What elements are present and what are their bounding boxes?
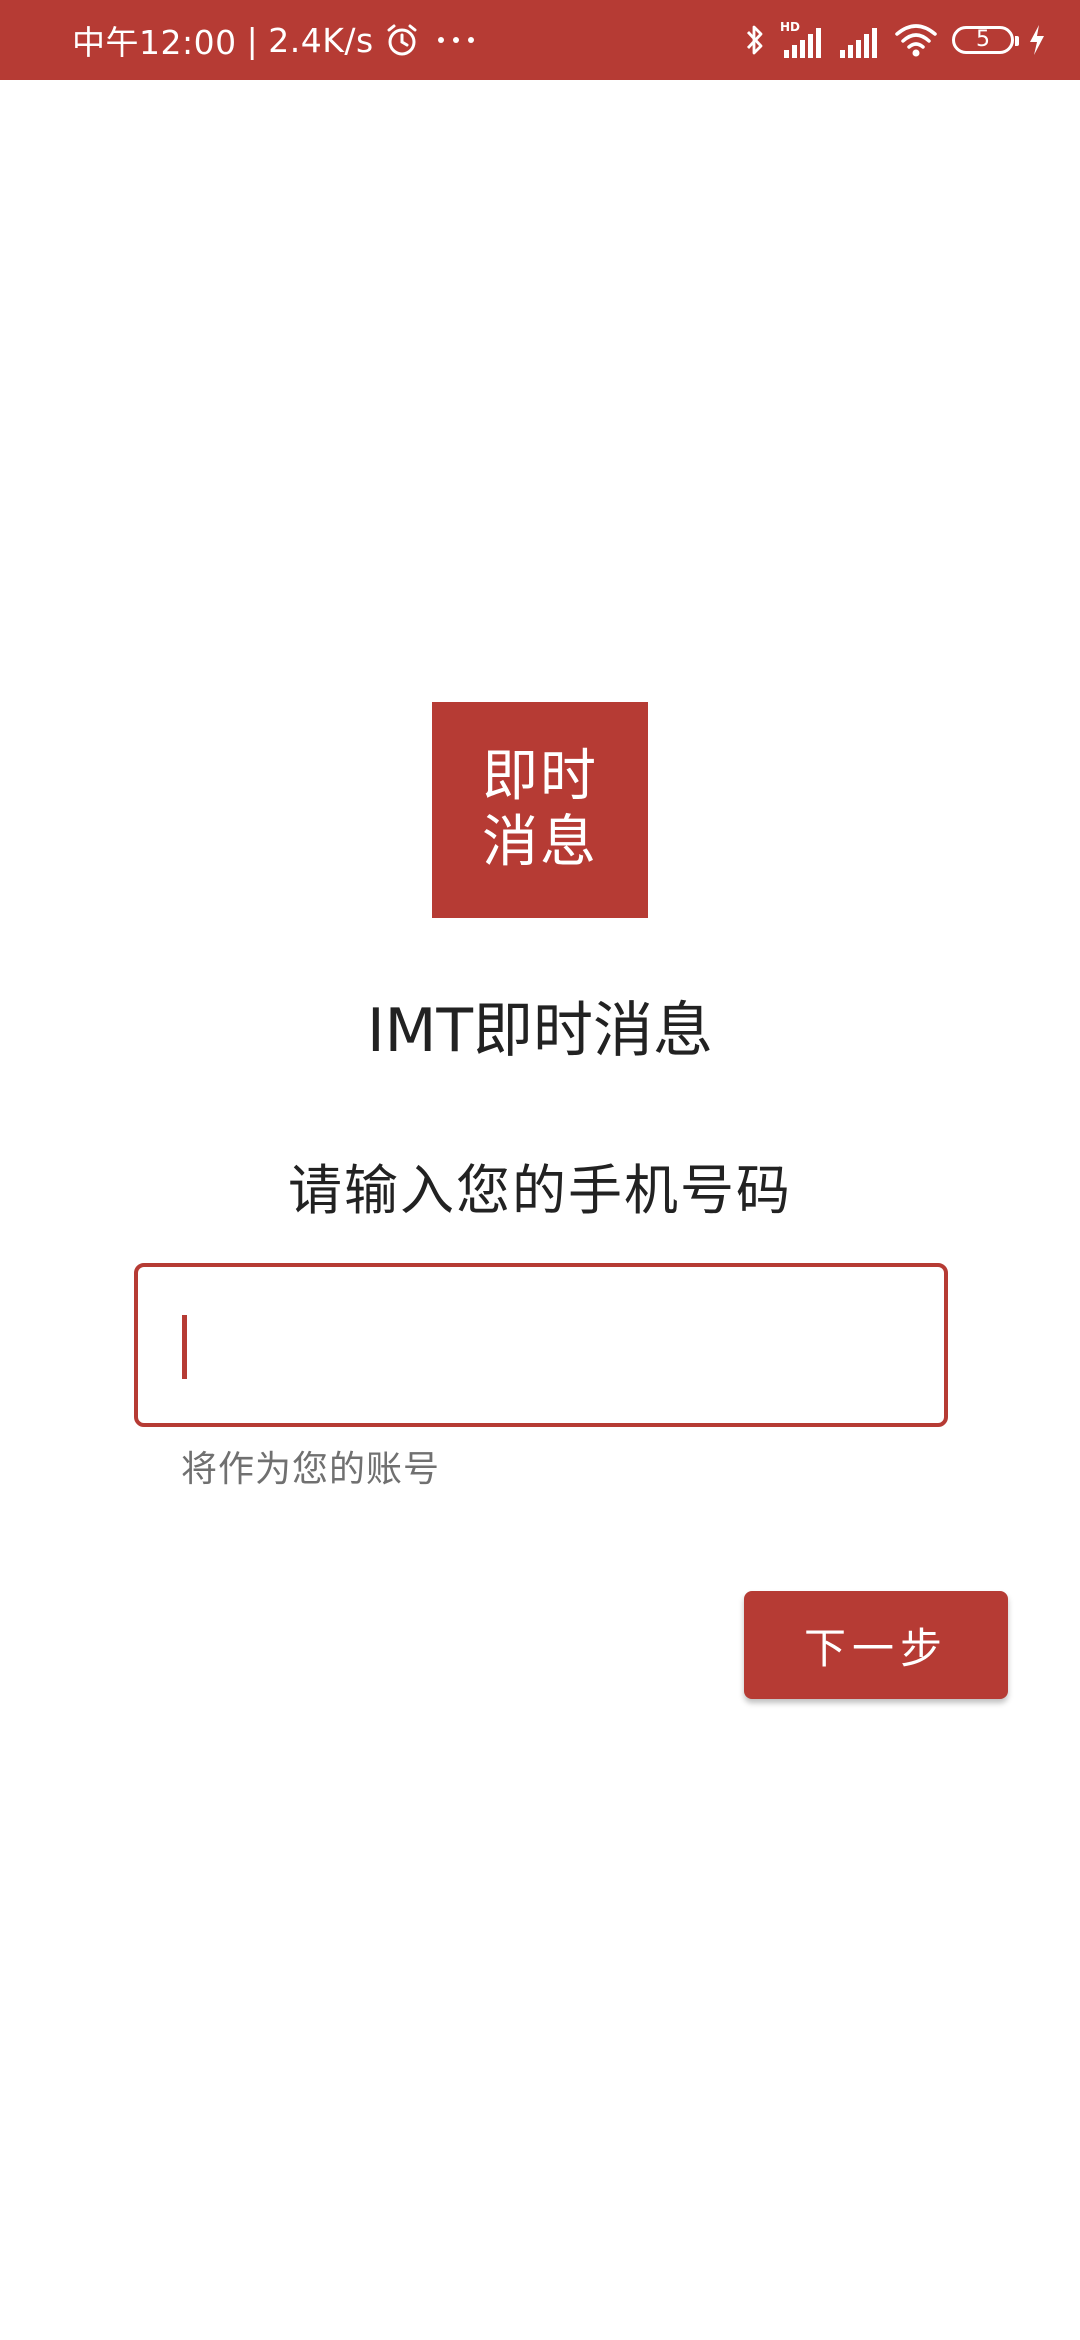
phone-number-input[interactable] [180, 1267, 900, 1423]
logo-text: 即时消息 [482, 744, 598, 875]
status-separator: | [246, 20, 259, 60]
phone-input-box[interactable] [134, 1263, 948, 1427]
phone-prompt: 请输入您的手机号码 [288, 1159, 792, 1222]
status-right: HD 5 [730, 0, 1046, 80]
registration-screen: 中午12:00 | 2.4K/s HD 5 即时消息 IMT即时消息 请输入您的… [0, 0, 1080, 2340]
bluetooth-icon [746, 25, 763, 55]
text-caret [182, 1315, 187, 1379]
app-logo: 即时消息 [432, 702, 648, 918]
battery-icon: 5 [952, 26, 1019, 54]
app-title: IMT即时消息 [366, 996, 714, 1066]
signal-icon [840, 28, 877, 58]
battery-level: 5 [976, 27, 990, 52]
network-tag: HD [780, 20, 800, 34]
charging-icon [1030, 25, 1044, 55]
status-left: 中午12:00 | 2.4K/s [72, 0, 476, 80]
network-speed: 2.4K/s [268, 20, 374, 60]
hd-signal-icon: HD [780, 20, 821, 58]
battery-tip [1015, 36, 1019, 46]
more-dots-icon [437, 37, 474, 43]
status-bar: 中午12:00 | 2.4K/s HD 5 [0, 0, 1080, 80]
helper-text: 将作为您的账号 [181, 1449, 441, 1490]
alarm-icon [387, 24, 417, 56]
wifi-icon [895, 24, 937, 57]
status-time: 中午12:00 [72, 23, 237, 62]
next-button[interactable]: 下一步 [744, 1591, 1008, 1699]
